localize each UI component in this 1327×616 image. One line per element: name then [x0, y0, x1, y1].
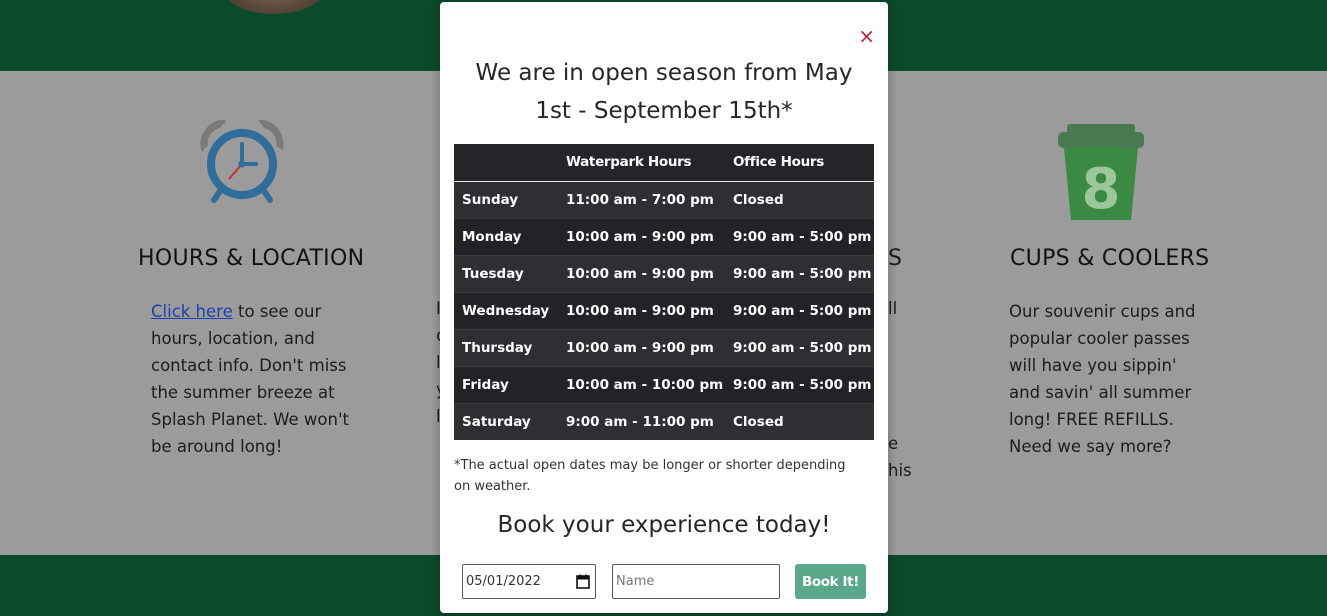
cup-icon: 8 [1058, 124, 1144, 222]
table-cell-waterpark: 10:00 am - 9:00 pm [558, 217, 725, 255]
table-cell-waterpark: 10:00 am - 9:00 pm [558, 254, 725, 292]
table-cell-waterpark: 10:00 am - 10:00 pm [558, 365, 725, 403]
partial-text-letter: his [888, 461, 912, 480]
table-row: Thursday 10:00 am - 9:00 pm 9:00 am - 5:… [454, 328, 874, 366]
table-cell-office: 9:00 am - 5:00 pm [725, 254, 874, 292]
hours-location-body: to see our hours, location, and contact … [151, 302, 349, 456]
table-cell-office: 9:00 am - 5:00 pm [725, 217, 874, 255]
name-field[interactable] [612, 564, 780, 599]
table-cell-day: Tuesday [454, 254, 558, 292]
close-icon[interactable]: × [858, 26, 875, 46]
table-cell-office: 9:00 am - 5:00 pm [725, 365, 874, 403]
table-cell-office: 9:00 am - 5:00 pm [725, 291, 874, 329]
cups-coolers-heading: CUPS & COOLERS [1010, 246, 1210, 271]
table-cell-waterpark: 11:00 am - 7:00 pm [558, 180, 725, 218]
partial-text-letter: ll [888, 299, 898, 318]
partial-text-letter: e [888, 434, 899, 453]
svg-text:8: 8 [1082, 157, 1121, 222]
table-cell-day: Sunday [454, 180, 558, 218]
table-header-day [454, 144, 558, 182]
modal-title: We are in open season from May 1st - Sep… [475, 60, 853, 124]
table-cell-office: 9:00 am - 5:00 pm [725, 328, 874, 366]
table-cell-office: Closed [725, 402, 874, 440]
table-cell-day: Friday [454, 365, 558, 403]
dates-disclaimer: *The actual open dates may be longer or … [454, 458, 846, 494]
table-row: Monday 10:00 am - 9:00 pm 9:00 am - 5:00… [454, 217, 874, 255]
avatar-image [222, 0, 326, 14]
table-row: Tuesday 10:00 am - 9:00 pm 9:00 am - 5:0… [454, 254, 874, 292]
cups-coolers-text: Our souvenir cups and popular cooler pas… [1009, 302, 1196, 456]
table-cell-office: Closed [725, 180, 874, 218]
table-header-row: Waterpark Hours Office Hours [454, 144, 874, 182]
table-header-office: Office Hours [725, 144, 874, 182]
date-value: 05/01/2022 [466, 574, 541, 589]
booking-heading: Book your experience today! [497, 512, 831, 538]
table-header-waterpark: Waterpark Hours [558, 144, 725, 182]
partial-heading-letter: S [888, 246, 902, 271]
table-cell-waterpark: 9:00 am - 11:00 pm [558, 402, 725, 440]
book-it-button[interactable]: Book It! [795, 564, 866, 599]
hours-location-heading: HOURS & LOCATION [138, 246, 365, 271]
hours-table: Waterpark Hours Office Hours Sunday 11:0… [454, 144, 874, 440]
table-cell-day: Saturday [454, 402, 558, 440]
table-cell-waterpark: 10:00 am - 9:00 pm [558, 328, 725, 366]
date-field[interactable]: 05/01/2022 [462, 564, 596, 599]
table-cell-day: Monday [454, 217, 558, 255]
calendar-icon[interactable] [576, 574, 590, 589]
table-cell-waterpark: 10:00 am - 9:00 pm [558, 291, 725, 329]
table-row: Sunday 11:00 am - 7:00 pm Closed [454, 180, 874, 218]
table-row: Wednesday 10:00 am - 9:00 pm 9:00 am - 5… [454, 291, 874, 329]
season-hours-modal: × We are in open season from May 1st - S… [440, 2, 888, 613]
table-cell-day: Thursday [454, 328, 558, 366]
table-cell-day: Wednesday [454, 291, 558, 329]
hours-click-here-link[interactable]: Click here [151, 302, 233, 321]
table-row: Friday 10:00 am - 10:00 pm 9:00 am - 5:0… [454, 365, 874, 403]
alarm-clock-icon [200, 119, 284, 203]
hours-location-text: Click here to see our hours, location, a… [151, 298, 351, 460]
table-row: Saturday 9:00 am - 11:00 pm Closed [454, 402, 874, 440]
